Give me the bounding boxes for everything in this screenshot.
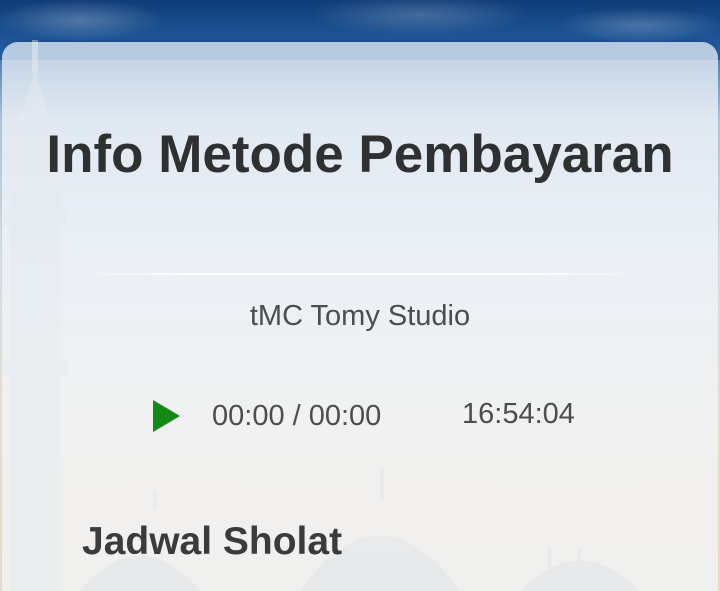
info-card: Info Metode Pembayaran tMC Tomy Studio 0… xyxy=(2,42,718,591)
title-divider xyxy=(80,273,640,275)
app-screen: Info Metode Pembayaran tMC Tomy Studio 0… xyxy=(0,0,720,591)
studio-name: tMC Tomy Studio xyxy=(249,300,471,332)
section-title-prayer-schedule: Jadwal Sholat xyxy=(82,520,343,563)
play-button[interactable] xyxy=(150,398,182,434)
playback-time: 00:00 / 00:00 xyxy=(212,399,382,432)
current-clock: 16:54:04 xyxy=(462,398,575,430)
play-icon xyxy=(153,400,180,432)
audio-player: 00:00 / 00:00 xyxy=(150,394,381,438)
page-title: Info Metode Pembayaran xyxy=(46,125,674,184)
